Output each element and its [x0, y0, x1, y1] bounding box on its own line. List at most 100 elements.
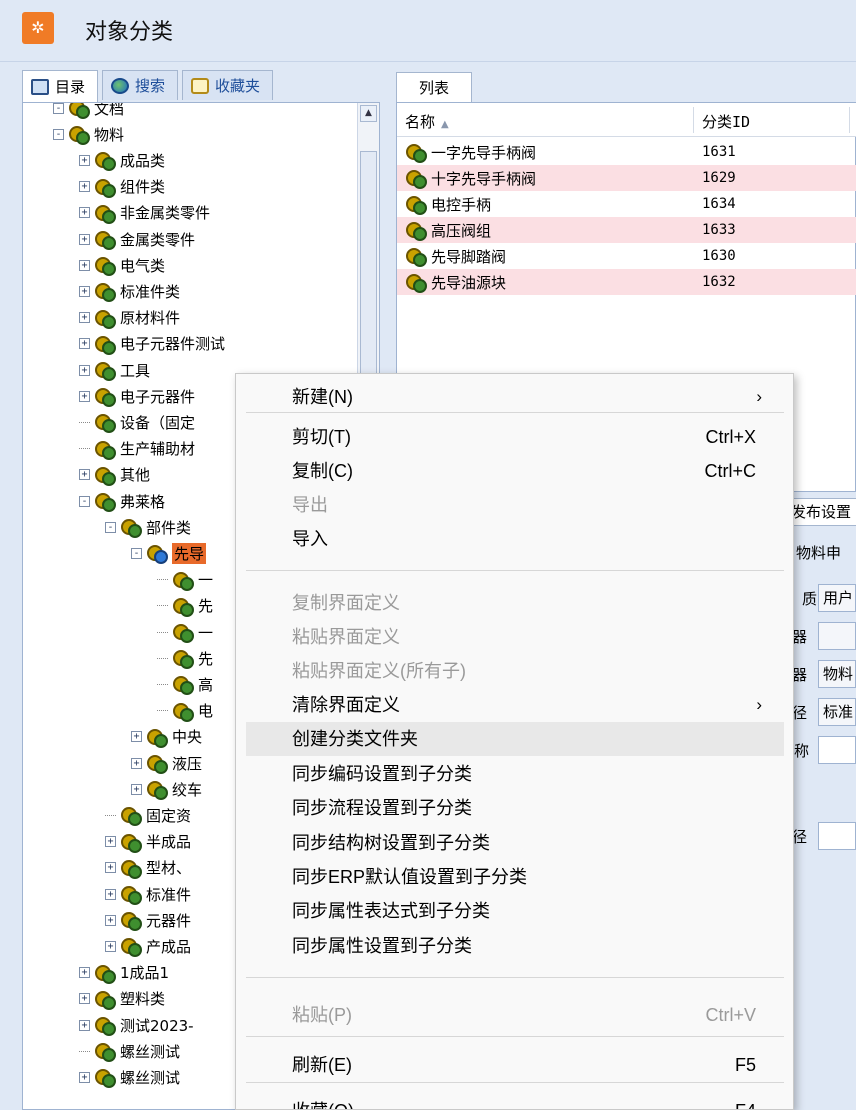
expand-icon[interactable]: + — [79, 967, 90, 979]
tree-node[interactable]: - 弗莱格 — [79, 488, 165, 514]
tree-node[interactable]: + 绞车 — [131, 776, 202, 802]
list-row[interactable]: 十字先导手柄阀 1629 — [397, 165, 856, 191]
tab-search[interactable]: 搜索 — [102, 70, 179, 100]
expand-icon[interactable]: + — [105, 940, 116, 952]
menu-item[interactable]: 导入 — [246, 522, 784, 556]
tab-list[interactable]: 列表 — [396, 72, 472, 102]
expand-icon[interactable]: + — [105, 836, 116, 848]
menu-item[interactable]: 创建分类文件夹 — [246, 722, 784, 756]
name-input[interactable] — [818, 736, 856, 764]
tree-node[interactable]: + 电气类 — [79, 252, 165, 278]
tree-node[interactable]: + 标准件类 — [79, 278, 180, 304]
menu-item[interactable]: 新建(N) › — [246, 380, 784, 414]
field-value-empty[interactable] — [818, 622, 856, 650]
expand-icon[interactable]: + — [79, 1019, 90, 1031]
tree-node[interactable]: + 原材料件 — [79, 305, 180, 331]
tree-node[interactable]: 电 — [157, 698, 213, 724]
expand-icon[interactable]: + — [79, 993, 90, 1005]
field-value[interactable]: 用户 — [818, 584, 856, 612]
menu-item[interactable]: 复制(C) Ctrl+C — [246, 454, 784, 488]
tree-node[interactable]: + 测试2023- — [79, 1012, 194, 1038]
collapse-icon[interactable]: - — [53, 103, 64, 114]
tree-node[interactable]: + 工具 — [79, 357, 150, 383]
menu-item[interactable]: 同步结构树设置到子分类 — [246, 826, 784, 860]
expand-icon[interactable]: + — [105, 914, 116, 926]
list-row[interactable]: 电控手柄 1634 — [397, 191, 856, 217]
tab-favorites[interactable]: 收藏夹 — [182, 70, 274, 100]
expand-icon[interactable]: + — [105, 862, 116, 874]
tree-node[interactable]: - 物料 — [53, 121, 124, 147]
list-row[interactable]: 先导油源块 1632 — [397, 269, 856, 295]
tree-node[interactable]: + 元器件 — [105, 907, 191, 933]
column-name-header[interactable]: 名称 ▲ — [405, 111, 449, 132]
column-divider[interactable] — [849, 107, 850, 133]
tree-node[interactable]: - 部件类 — [105, 514, 191, 540]
expand-icon[interactable]: + — [131, 731, 142, 743]
collapse-icon[interactable]: - — [53, 128, 64, 140]
expand-icon[interactable]: + — [131, 783, 142, 795]
tree-node[interactable]: + 非金属类零件 — [79, 200, 210, 226]
expand-icon[interactable]: + — [79, 285, 90, 297]
column-divider[interactable] — [693, 107, 694, 133]
tree-node[interactable]: + 塑料类 — [79, 986, 165, 1012]
tree-node[interactable]: 一 — [157, 567, 213, 593]
tree-node[interactable]: + 型材、 — [105, 855, 191, 881]
tree-node[interactable]: 先 — [157, 593, 213, 619]
tree-node[interactable]: + 电子元器件 — [79, 383, 195, 409]
tree-node[interactable]: +1成品1 — [79, 960, 169, 986]
list-row[interactable]: 一字先导手柄阀 1631 — [397, 139, 856, 165]
expand-icon[interactable]: + — [79, 338, 90, 350]
path-input[interactable] — [818, 822, 856, 850]
list-row[interactable]: 高压阀组 1633 — [397, 217, 856, 243]
tree-node[interactable]: + 金属类零件 — [79, 226, 195, 252]
tree-node[interactable]: 高 — [157, 671, 213, 697]
expand-icon[interactable]: + — [79, 312, 90, 324]
tree-node[interactable]: 设备（固定 — [79, 409, 195, 435]
tab-publish-settings[interactable]: 发布设置 — [784, 498, 856, 526]
tree-node[interactable]: + 成品类 — [79, 147, 165, 173]
column-id-header[interactable]: 分类ID — [702, 111, 750, 132]
tree-node[interactable]: 先 — [157, 645, 213, 671]
menu-item[interactable]: 收藏(O) F4 — [246, 1094, 784, 1109]
collapse-icon[interactable]: - — [79, 495, 90, 507]
expand-icon[interactable]: + — [79, 181, 90, 193]
menu-item[interactable]: 同步属性设置到子分类 — [246, 929, 784, 963]
menu-item[interactable]: 同步编码设置到子分类 — [246, 757, 784, 791]
tree-node[interactable]: + 组件类 — [79, 174, 165, 200]
tree-node[interactable]: - 文档 — [53, 103, 124, 121]
tree-node[interactable]: + 电子元器件测试 — [79, 331, 225, 357]
expand-icon[interactable]: + — [79, 259, 90, 271]
expand-icon[interactable]: + — [79, 207, 90, 219]
expand-icon[interactable]: + — [79, 233, 90, 245]
expand-icon[interactable]: + — [131, 757, 142, 769]
expand-icon[interactable]: + — [79, 469, 90, 481]
tree-node[interactable]: + 中央 — [131, 724, 202, 750]
tree-node[interactable]: + 其他 — [79, 462, 150, 488]
tree-node[interactable]: + 标准件 — [105, 881, 191, 907]
collapse-icon[interactable]: - — [131, 547, 142, 559]
tree-node[interactable]: + 半成品 — [105, 829, 191, 855]
list-row[interactable]: 先导脚踏阀 1630 — [397, 243, 856, 269]
tree-node[interactable]: + 螺丝测试 — [79, 1064, 180, 1090]
expand-icon[interactable]: + — [79, 390, 90, 402]
expand-icon[interactable]: + — [79, 364, 90, 376]
menu-item[interactable]: 同步属性表达式到子分类 — [246, 894, 784, 928]
scroll-up-arrow-icon[interactable]: ▲ — [360, 105, 377, 122]
tree-node[interactable]: - 先导 — [131, 540, 207, 566]
menu-item[interactable]: 剪切(T) Ctrl+X — [246, 420, 784, 454]
tree-node[interactable]: 生产辅助材 — [79, 436, 195, 462]
field-value[interactable]: 物料 — [818, 660, 856, 688]
tab-directory[interactable]: 目录 — [22, 70, 99, 102]
tree-node[interactable]: 螺丝测试 — [79, 1038, 180, 1064]
menu-item[interactable]: 同步ERP默认值设置到子分类 — [246, 860, 784, 894]
expand-icon[interactable]: + — [79, 154, 90, 166]
menu-item[interactable]: 同步流程设置到子分类 — [246, 791, 784, 825]
menu-item[interactable]: 清除界面定义 › — [246, 688, 784, 722]
tree-node[interactable]: + 产成品 — [105, 933, 191, 959]
tree-node[interactable]: 固定资 — [105, 802, 191, 828]
tree-node[interactable]: 一 — [157, 619, 213, 645]
menu-item[interactable]: 刷新(E) F5 — [246, 1048, 784, 1082]
collapse-icon[interactable]: - — [105, 521, 116, 533]
field-value[interactable]: 标准 — [818, 698, 856, 726]
expand-icon[interactable]: + — [79, 1071, 90, 1083]
